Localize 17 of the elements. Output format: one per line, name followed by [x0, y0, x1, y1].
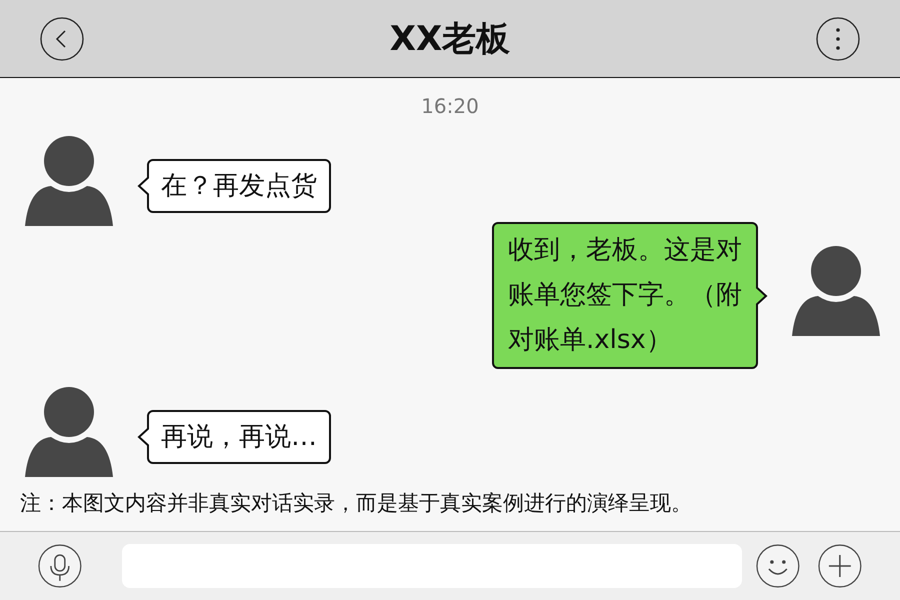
message-bubble: 在？再发点货	[147, 159, 331, 213]
chat-title: XX老板	[390, 18, 510, 60]
disclaimer-note: 注：本图文内容并非真实对话实录，而是基于真实案例进行的演绎呈现。	[20, 490, 693, 517]
bubble-tail	[137, 426, 149, 448]
bubble-tail	[756, 284, 768, 306]
avatar-icon	[25, 387, 113, 477]
plus-icon[interactable]	[818, 544, 862, 588]
message-bubble: 收到，老板。这是对账单您签下字。（附对账单.xlsx）	[492, 222, 758, 369]
bubble-tail	[137, 175, 149, 197]
more-icon[interactable]	[816, 16, 860, 60]
avatar-icon	[792, 246, 880, 336]
smiley-icon[interactable]	[756, 544, 800, 588]
timestamp: 16:20	[421, 94, 479, 118]
microphone-icon[interactable]	[38, 544, 82, 588]
avatar-icon	[25, 136, 113, 226]
message-bubble: 再说，再说…	[147, 410, 331, 464]
back-icon[interactable]	[40, 16, 84, 60]
